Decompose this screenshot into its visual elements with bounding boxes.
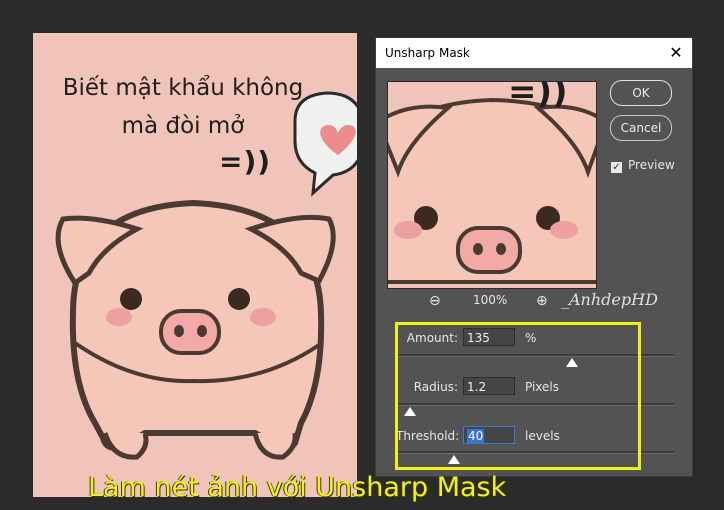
ok-button[interactable]: OK [610, 80, 672, 106]
unsharp-mask-dialog: Unsharp Mask ✕ =)) OK Cancel ✓ Preview ⊖ … [375, 37, 693, 477]
document-smile-text: =)) [219, 145, 272, 178]
pig-nostril-right [197, 325, 207, 337]
pig-illustration [55, 91, 357, 460]
preview-pig-snout [456, 226, 522, 274]
preview-pig-illustration [388, 97, 596, 284]
preview-pig-nostril-right [496, 243, 506, 255]
pig-eye-right [228, 288, 250, 310]
zoom-level: 100% [473, 293, 508, 307]
dialog-titlebar[interactable]: Unsharp Mask ✕ [376, 38, 692, 68]
caption-text: Làm nét ảnh với Unsharp Mask [88, 472, 507, 503]
canvas-document: Biết mật khẩu không mà đòi mở =)) [33, 33, 357, 497]
document-text-line-2: mà đòi mở [121, 113, 245, 139]
watermark-text: _AnhdepHD [561, 290, 658, 309]
pig-snout [159, 309, 221, 355]
close-icon[interactable]: ✕ [664, 41, 688, 65]
document-text-line-1: Biết mật khẩu không [62, 75, 304, 101]
preview-checkbox[interactable]: ✓ [611, 162, 622, 173]
pig-nostril-left [174, 325, 184, 337]
preview-checkbox-label: Preview [628, 158, 675, 172]
dialog-title: Unsharp Mask [385, 46, 470, 60]
cancel-button[interactable]: Cancel [610, 115, 672, 141]
pig-cheek-right [250, 308, 276, 326]
pig-foot-right [252, 432, 298, 460]
preview-pig-cheek-left [394, 221, 422, 239]
preview-pig-nostril-left [473, 243, 483, 255]
pig-eye-left [120, 288, 142, 310]
preview-smile-text: =)) [508, 81, 568, 112]
preview-pane[interactable]: =)) [387, 81, 597, 289]
zoom-in-icon[interactable]: ⊕ [536, 293, 548, 309]
pig-foot-left [102, 432, 149, 460]
preview-pig-cheek-right [550, 221, 578, 239]
zoom-out-icon[interactable]: ⊖ [429, 293, 441, 309]
preview-checkbox-row[interactable]: ✓ Preview [611, 158, 675, 173]
pig-cheek-left [106, 308, 132, 326]
parameters-highlight-box [395, 322, 641, 470]
